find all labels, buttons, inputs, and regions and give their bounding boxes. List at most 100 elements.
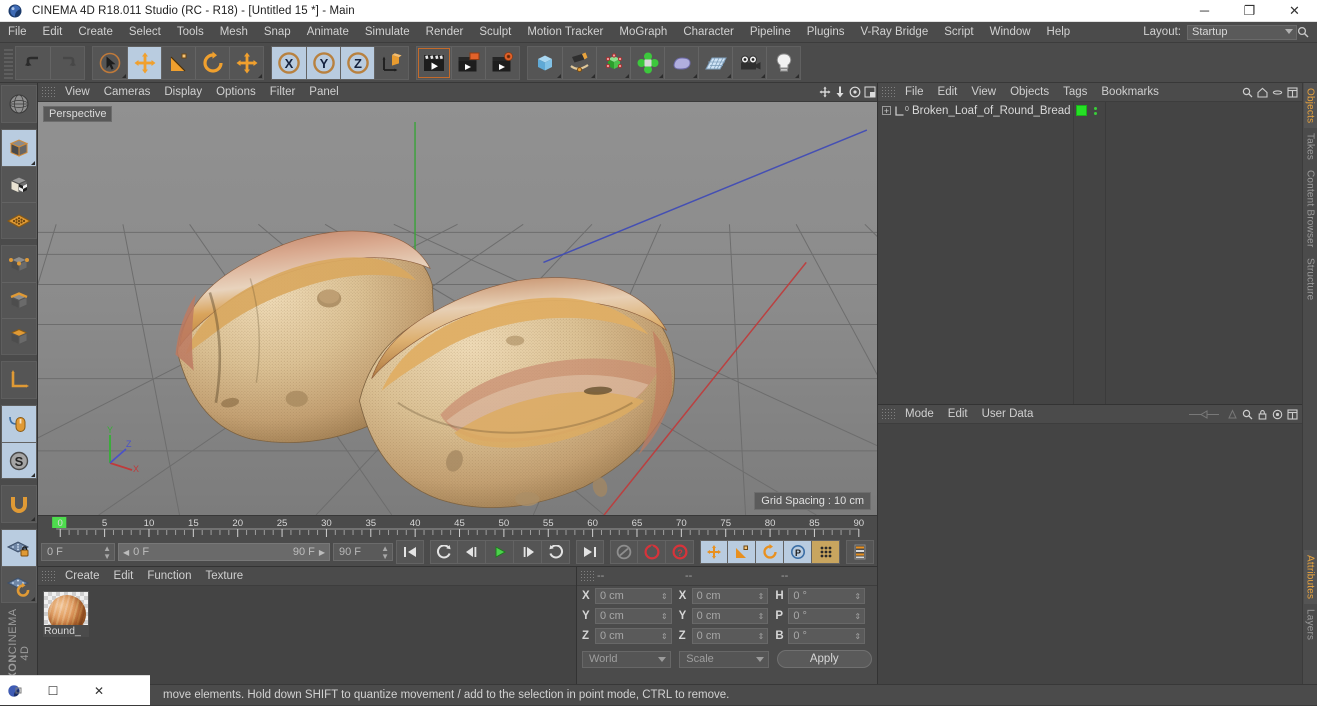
menu-item-render[interactable]: Render	[418, 22, 472, 43]
world-object-coords[interactable]	[374, 46, 408, 79]
scale-key-button[interactable]	[728, 540, 756, 564]
workplane-rotate-button[interactable]	[1, 566, 36, 602]
menu-item-animate[interactable]: Animate	[299, 22, 357, 43]
viewport-menu-filter[interactable]: Filter	[263, 83, 303, 102]
range-right-arrow-icon[interactable]: ▶	[319, 548, 325, 557]
object-row-broken-loaf[interactable]: + 0 Broken_Loaf_of_Round_Bread	[878, 102, 1073, 119]
edges-mode-button[interactable]	[1, 282, 36, 318]
visibility-dots-icon[interactable]	[1091, 106, 1100, 115]
add-camera-button[interactable]	[732, 46, 766, 79]
position-x-input[interactable]: 0 cm ⇕	[595, 588, 672, 604]
add-deformer-button[interactable]	[630, 46, 664, 79]
z-axis-lock[interactable]: Z	[340, 46, 374, 79]
spinner-icon[interactable]: ⇕	[758, 629, 765, 645]
lock-icon[interactable]	[1257, 409, 1272, 420]
enable-snapping-button[interactable]	[1, 406, 36, 442]
add-environment-button[interactable]	[698, 46, 732, 79]
menu-item-pipeline[interactable]: Pipeline	[742, 22, 799, 43]
material-menu-function[interactable]: Function	[140, 567, 198, 586]
tab-content-browser[interactable]: Content Browser	[1303, 165, 1317, 253]
timeline-ruler[interactable]: 0 5 10 15 20 25 30 35 40 45 50 55 60 65 70 75 80 85 90	[38, 516, 877, 538]
object-tree[interactable]: + 0 Broken_Loaf_of_Round_Bread	[878, 102, 1302, 404]
menu-item-simulate[interactable]: Simulate	[357, 22, 418, 43]
panel-grip-icon[interactable]	[881, 408, 895, 420]
material-menu-create[interactable]: Create	[58, 567, 107, 586]
render-settings-button[interactable]	[485, 46, 519, 79]
maximize-button[interactable]: ❐	[1227, 0, 1272, 22]
menu-item-help[interactable]: Help	[1039, 22, 1079, 43]
apply-button[interactable]: Apply	[776, 650, 872, 668]
previous-frame-button[interactable]	[458, 540, 486, 564]
spinner-icon[interactable]: ⇕	[661, 589, 668, 605]
move-tool[interactable]	[127, 46, 161, 79]
viewport-menu-view[interactable]: View	[58, 83, 97, 102]
search-icon[interactable]	[1297, 26, 1317, 38]
undo-button[interactable]	[16, 46, 50, 79]
tab-objects[interactable]: Objects	[1303, 83, 1317, 129]
spinner-icon[interactable]: ⇕	[661, 629, 668, 645]
attribute-content-area[interactable]	[878, 424, 1302, 705]
y-axis-lock[interactable]: Y	[306, 46, 340, 79]
object-menu-file[interactable]: File	[898, 83, 931, 102]
search-icon[interactable]	[1242, 409, 1257, 420]
point-level-animation-button[interactable]	[812, 540, 840, 564]
add-generator-button[interactable]	[596, 46, 630, 79]
menu-item-plugins[interactable]: Plugins	[799, 22, 853, 43]
viewport-menu-options[interactable]: Options	[209, 83, 263, 102]
nav-back-icon[interactable]	[1187, 409, 1227, 420]
attribute-menu-user-data[interactable]: User Data	[975, 405, 1041, 424]
workplane-mode-button[interactable]	[1, 202, 36, 238]
menu-item-vray-bridge[interactable]: V-Ray Bridge	[852, 22, 936, 43]
material-tag-icon[interactable]	[1076, 105, 1087, 116]
spinner-icon[interactable]: ⇕	[854, 589, 861, 605]
frame-range-slider[interactable]: ◀ 0 F 90 F ▶	[118, 543, 330, 561]
keyframe-selection-button[interactable]: ?	[666, 540, 694, 564]
rotation-key-button[interactable]	[756, 540, 784, 564]
viewport-menu-cameras[interactable]: Cameras	[97, 83, 158, 102]
render-view-button[interactable]	[417, 46, 451, 79]
add-spline-button[interactable]	[562, 46, 596, 79]
viewport-menu-panel[interactable]: Panel	[302, 83, 345, 102]
object-menu-objects[interactable]: Objects	[1003, 83, 1056, 102]
position-key-button[interactable]	[700, 540, 728, 564]
menu-item-edit[interactable]: Edit	[35, 22, 71, 43]
home-icon[interactable]	[1257, 87, 1272, 98]
record-active-objects-button[interactable]	[638, 540, 666, 564]
restore-window-button[interactable]: ☐	[30, 676, 76, 706]
magnet-button[interactable]	[1, 486, 36, 522]
next-frame-button[interactable]	[514, 540, 542, 564]
menu-item-character[interactable]: Character	[675, 22, 742, 43]
menu-item-sculpt[interactable]: Sculpt	[471, 22, 519, 43]
panel-grip-icon[interactable]	[881, 86, 895, 98]
play-backward-button[interactable]	[430, 540, 458, 564]
spinner-icon[interactable]: ⇕	[854, 629, 861, 645]
add-scene-object-button[interactable]	[664, 46, 698, 79]
points-mode-button[interactable]	[1, 246, 36, 282]
material-menu-texture[interactable]: Texture	[198, 567, 250, 586]
target-icon[interactable]	[1272, 409, 1287, 420]
menu-item-mesh[interactable]: Mesh	[212, 22, 256, 43]
menu-item-window[interactable]: Window	[982, 22, 1039, 43]
panel-grip-icon[interactable]	[41, 570, 55, 582]
workplane-lock-button[interactable]	[1, 530, 36, 566]
panel-grip-icon[interactable]	[580, 570, 594, 582]
x-axis-lock[interactable]: X	[272, 46, 306, 79]
rotation-b-input[interactable]: 0 ° ⇕	[788, 628, 866, 645]
object-menu-view[interactable]: View	[964, 83, 1003, 102]
spinner-icon[interactable]: ⇕	[758, 609, 765, 625]
tab-layers[interactable]: Layers	[1303, 603, 1317, 645]
attribute-menu-edit[interactable]: Edit	[941, 405, 975, 424]
redo-button[interactable]	[50, 46, 84, 79]
fit-icon[interactable]	[1287, 86, 1302, 98]
texture-mode-button[interactable]	[1, 166, 36, 202]
menu-item-create[interactable]: Create	[70, 22, 121, 43]
add-cube-button[interactable]	[528, 46, 562, 79]
material-menu-edit[interactable]: Edit	[107, 567, 141, 586]
range-left-arrow-icon[interactable]: ◀	[123, 548, 129, 557]
fit-icon[interactable]	[1287, 408, 1302, 420]
object-menu-edit[interactable]: Edit	[931, 83, 965, 102]
menu-item-motion-tracker[interactable]: Motion Tracker	[519, 22, 611, 43]
render-to-picture-viewer-button[interactable]	[451, 46, 485, 79]
current-frame-field[interactable]: 0 F ▲ ▼	[41, 543, 115, 561]
move-alt-tool[interactable]	[229, 46, 263, 79]
